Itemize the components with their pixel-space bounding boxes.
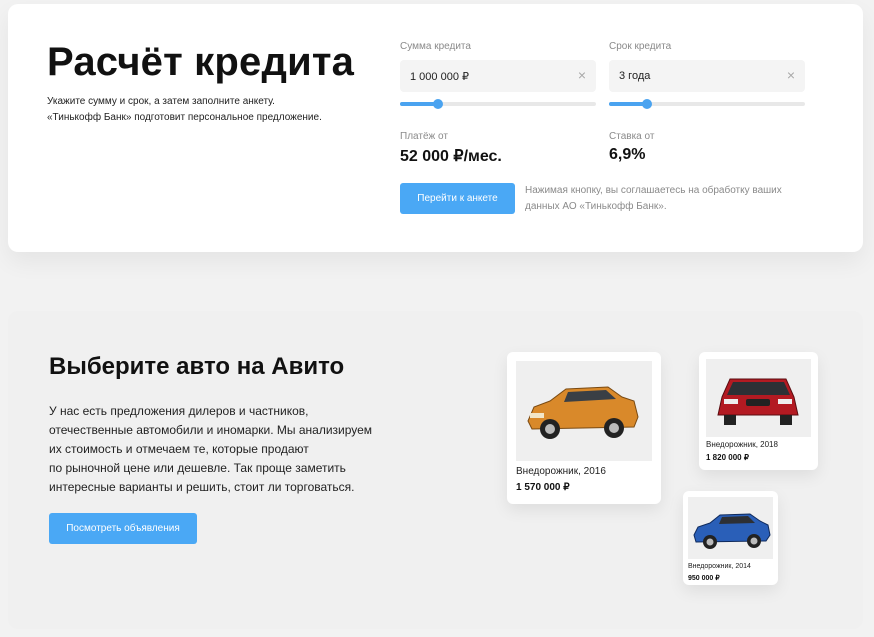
- payment-label: Платёж от: [400, 131, 448, 142]
- avito-section: Выберите авто на Авито У нас есть предло…: [8, 311, 863, 629]
- car-price: 1 820 000 ₽: [706, 453, 749, 462]
- car-icon: [527, 386, 639, 439]
- consent-line-1: Нажимая кнопку, вы соглашаетесь на обраб…: [525, 185, 782, 196]
- amount-slider-handle[interactable]: [433, 99, 443, 109]
- description-line: У нас есть предложения дилеров и частник…: [49, 404, 309, 418]
- term-slider[interactable]: [609, 99, 805, 109]
- amount-input[interactable]: 1 000 000 ₽ ×: [400, 60, 596, 92]
- consent-line-2: данных АО «Тинькофф Банк».: [525, 201, 667, 212]
- car-price: 1 570 000 ₽: [516, 482, 570, 493]
- description-line: отечественные автомобили и иномарки. Мы …: [49, 423, 373, 437]
- car-type: Внедорожник, 2016: [516, 466, 606, 477]
- term-label: Срок кредита: [609, 41, 672, 52]
- term-value: 3 года: [619, 70, 651, 82]
- apply-button[interactable]: Перейти к анкете: [400, 183, 515, 214]
- payment-value: 52 000 ₽/мес.: [400, 148, 502, 165]
- consent-note: Нажимая кнопку, вы соглашаетесь на обраб…: [525, 183, 805, 215]
- car-photo: [706, 359, 811, 437]
- car-card[interactable]: Внедорожник, 2016 1 570 000 ₽: [507, 352, 661, 504]
- view-listings-button[interactable]: Посмотреть объявления: [49, 513, 197, 544]
- term-input[interactable]: 3 года ×: [609, 60, 805, 92]
- amount-slider[interactable]: [400, 99, 596, 109]
- close-icon[interactable]: ×: [578, 67, 586, 83]
- description-line: интересные варианты и решить, стоит ли т…: [49, 480, 355, 494]
- amount-label: Сумма кредита: [400, 41, 471, 52]
- amount-value: 1 000 000 ₽: [410, 71, 469, 83]
- car-photo: [688, 497, 773, 559]
- car-type: Внедорожник, 2014: [688, 563, 751, 570]
- car-icon: [717, 378, 799, 425]
- car-price: 950 000 ₽: [688, 575, 720, 582]
- rate-value: 6,9%: [609, 146, 646, 163]
- term-slider-handle[interactable]: [642, 99, 652, 109]
- rate-label: Ставка от: [609, 131, 655, 142]
- car-icon: [693, 513, 771, 549]
- subtitle-line-2: «Тинькофф Банк» подготовит персональное …: [47, 112, 322, 123]
- description-line: их стоимость и отмечаем те, которые прод…: [49, 442, 309, 456]
- credit-calculator-card: Расчёт кредита Укажите сумму и срок, а з…: [8, 4, 863, 252]
- page-title: Расчёт кредита: [47, 40, 355, 84]
- avito-description: У нас есть предложения дилеров и частник…: [49, 402, 409, 497]
- avito-title: Выберите авто на Авито: [49, 353, 345, 380]
- car-card[interactable]: Внедорожник, 2018 1 820 000 ₽: [699, 352, 818, 470]
- car-photo: [516, 361, 652, 461]
- calculator-subtitle: Укажите сумму и срок, а затем заполните …: [47, 94, 367, 126]
- car-card[interactable]: Внедорожник, 2014 950 000 ₽: [683, 491, 778, 585]
- close-icon[interactable]: ×: [787, 67, 795, 83]
- car-type: Внедорожник, 2018: [706, 440, 778, 449]
- description-line: по рыночной цене или дешевле. Так проще …: [49, 461, 346, 475]
- subtitle-line-1: Укажите сумму и срок, а затем заполните …: [47, 96, 275, 107]
